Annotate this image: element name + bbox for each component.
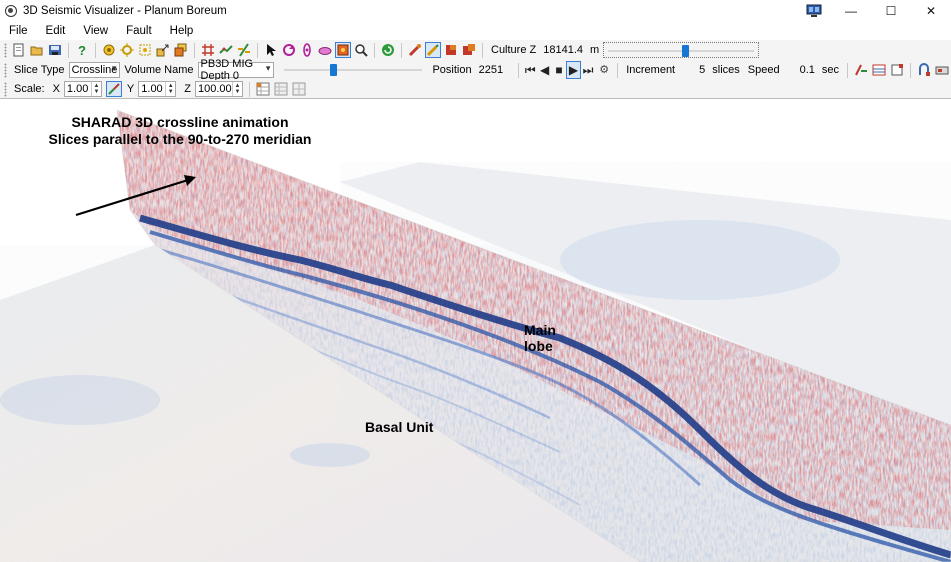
volume-name-label: Volume Name <box>124 64 194 76</box>
annotation-title-line2: Slices parallel to the 90-to-270 meridia… <box>48 131 312 147</box>
culture-z-slider-thumb[interactable] <box>682 45 690 57</box>
grid-icon[interactable] <box>200 42 216 58</box>
main-lobe-label: Main lobe <box>524 322 556 354</box>
scale-y-value: 1.00 <box>141 83 163 95</box>
rotate-icon[interactable] <box>281 42 297 58</box>
spin-arrows-icon[interactable]: ▲ ▼ <box>90 82 101 96</box>
main-toolbar: ? Culture Z 18141.4 m <box>0 40 951 60</box>
toolbar-grip <box>4 42 7 58</box>
volume-name-select[interactable]: PB3D MIG Depth 0 ▾ <box>197 58 275 82</box>
chevron-down-icon: ▾ <box>111 63 117 73</box>
select-region-icon[interactable] <box>137 42 153 58</box>
slice-type-value: Crossline <box>71 64 118 76</box>
scale-x-label: X <box>52 83 60 95</box>
layers-icon[interactable] <box>173 42 189 58</box>
network-icon[interactable] <box>803 0 825 21</box>
menu-view[interactable]: View <box>74 25 117 37</box>
scale-z-label: Z <box>184 83 191 95</box>
previous-frame-button[interactable]: ◀ <box>537 61 551 79</box>
speed-unit: sec <box>821 64 839 76</box>
slice-type-select[interactable]: Crossline ▾ <box>68 62 121 78</box>
camera-icon[interactable] <box>934 62 950 78</box>
scale-x-input[interactable]: 1.00 ▲ ▼ <box>63 81 102 97</box>
increment-label: Increment <box>626 64 676 76</box>
color-palette-icon[interactable] <box>443 42 459 58</box>
fault-icon[interactable] <box>236 42 252 58</box>
last-frame-button[interactable]: ⏭ <box>581 61 595 79</box>
position-slider-thumb[interactable] <box>330 64 338 76</box>
split-view-icon[interactable] <box>291 81 307 97</box>
settings-gear-icon[interactable]: ⚙ <box>596 62 612 78</box>
scale-toolbar: Scale: X 1.00 ▲ ▼ Y 1.00 ▲ ▼ Z 100.00 ▲ ▼ <box>0 80 951 99</box>
horizon-icon[interactable] <box>218 42 234 58</box>
zoom-box-icon[interactable] <box>335 42 351 58</box>
scale-y-label: Y <box>126 83 135 95</box>
export-icon[interactable] <box>155 42 171 58</box>
menu-bar: File Edit View Fault Help <box>0 21 951 40</box>
scale-label: Scale: <box>14 83 45 95</box>
slice-toolbar: Slice Type Crossline ▾ Volume Name PB3D … <box>0 58 951 82</box>
color-edit-icon[interactable] <box>425 42 441 58</box>
help-icon[interactable]: ? <box>74 42 90 58</box>
title-bar: 3D Seismic Visualizer - Planum Boreum — … <box>0 0 951 21</box>
speed-value[interactable]: 0.1 <box>800 64 815 76</box>
pick-target-icon[interactable] <box>119 42 135 58</box>
culture-z-value: 18141.4 <box>543 44 584 56</box>
slice-horizon-icon[interactable] <box>853 62 869 78</box>
zoom-icon[interactable] <box>353 42 369 58</box>
basal-unit-label: Basal Unit <box>365 419 434 435</box>
menu-help[interactable]: Help <box>161 25 203 37</box>
play-button[interactable]: ▶ <box>566 61 581 79</box>
culture-z-label: Culture Z <box>491 44 537 56</box>
scale-y-input[interactable]: 1.00 ▲ ▼ <box>138 81 177 97</box>
chevron-down-icon: ▾ <box>265 63 271 73</box>
spin-arrows-icon[interactable]: ▲ ▼ <box>165 82 175 96</box>
window-title: 3D Seismic Visualizer - Planum Boreum <box>23 4 227 17</box>
scale-z-value: 100.00 <box>198 83 232 95</box>
slice-fault-icon[interactable] <box>871 62 887 78</box>
speed-label: Speed <box>747 64 780 76</box>
seed-point-icon[interactable] <box>101 42 117 58</box>
scale-z-input[interactable]: 100.00 ▲ ▼ <box>195 81 243 97</box>
culture-z-unit: m <box>590 44 600 56</box>
new-file-icon[interactable] <box>11 42 27 58</box>
seismic-scene <box>0 109 951 562</box>
culture-z-slider[interactable] <box>603 42 760 58</box>
scale-x-value: 1.00 <box>66 83 89 95</box>
slice-type-label: Slice Type <box>14 64 65 76</box>
save-icon[interactable] <box>47 42 63 58</box>
refresh-view-icon[interactable] <box>380 42 396 58</box>
position-slider[interactable] <box>280 62 426 78</box>
first-frame-button[interactable]: ⏮ <box>523 61 537 79</box>
orbit-icon[interactable] <box>299 42 315 58</box>
close-button[interactable]: ✕ <box>911 0 951 21</box>
pointer-icon[interactable] <box>263 42 279 58</box>
stop-button[interactable]: ■ <box>552 61 566 79</box>
menu-file[interactable]: File <box>0 25 37 37</box>
color-bar-icon[interactable] <box>407 42 423 58</box>
scale-lock-icon[interactable] <box>105 81 122 97</box>
window-controls: — ☐ ✕ <box>803 0 951 21</box>
table-view-icon[interactable] <box>273 81 289 97</box>
position-label: Position <box>432 64 472 76</box>
annotation-title: SHARAD 3D crossline animation Slices par… <box>20 114 340 148</box>
position-value: 2251 <box>478 64 504 76</box>
slice-table-icon[interactable] <box>889 62 905 78</box>
menu-edit[interactable]: Edit <box>37 25 75 37</box>
open-folder-icon[interactable] <box>29 42 45 58</box>
app-logo-icon <box>5 4 17 17</box>
link-icon[interactable] <box>916 62 932 78</box>
minimize-button[interactable]: — <box>831 0 871 21</box>
grid-view-icon[interactable] <box>255 81 271 97</box>
menu-fault[interactable]: Fault <box>117 25 161 37</box>
increment-value[interactable]: 5 <box>699 64 705 76</box>
increment-unit: slices <box>712 64 740 76</box>
color-apply-icon[interactable] <box>461 42 477 58</box>
spin-arrows-icon[interactable]: ▲ ▼ <box>232 82 242 96</box>
annotation-title-line1: SHARAD 3D crossline animation <box>71 114 289 130</box>
maximize-button[interactable]: ☐ <box>871 0 911 21</box>
volume-name-value: PB3D MIG Depth 0 <box>200 58 254 82</box>
3d-viewport[interactable]: SHARAD 3D crossline animation Slices par… <box>0 100 951 562</box>
pan-icon[interactable] <box>317 42 333 58</box>
